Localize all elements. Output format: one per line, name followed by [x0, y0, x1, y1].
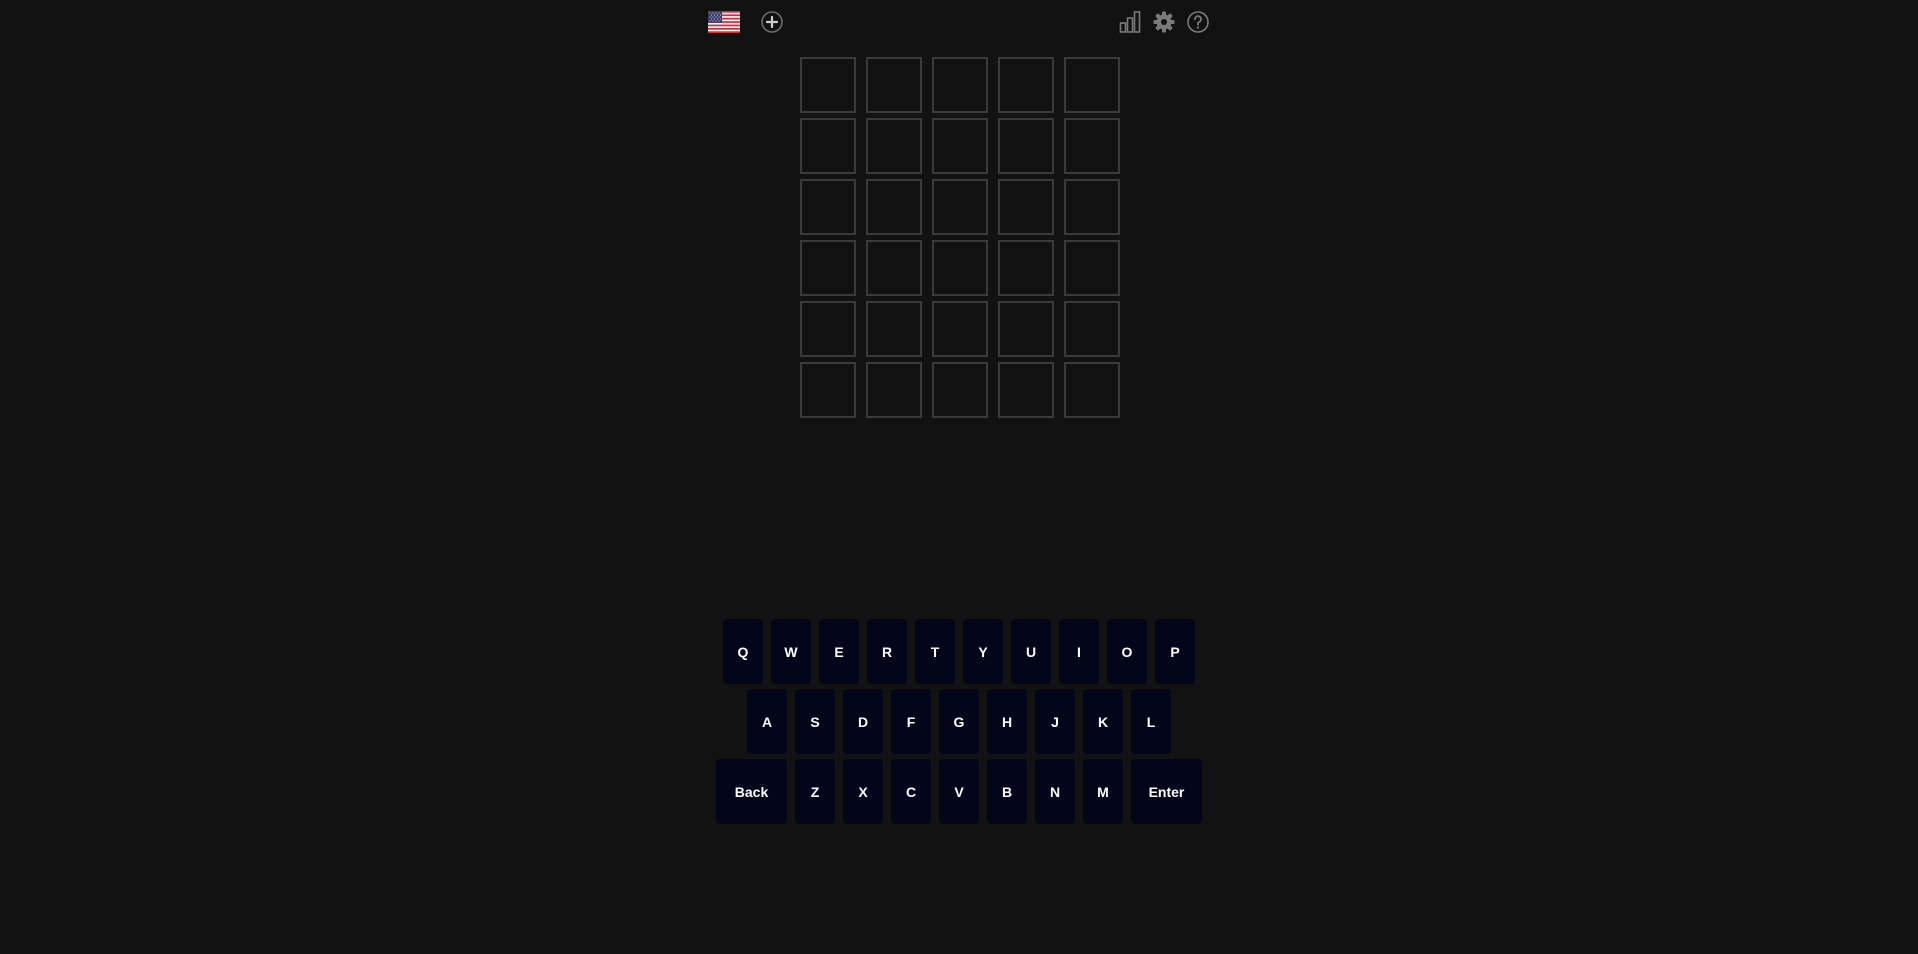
board-tile: [1064, 57, 1120, 113]
key-d[interactable]: D: [843, 689, 883, 754]
header-right: [1118, 10, 1210, 34]
key-q[interactable]: Q: [723, 619, 763, 684]
game-page: QWERTYUIOP ASDFGHJKL Back ZXCVBNM Enter: [0, 0, 1918, 954]
key-o[interactable]: O: [1107, 619, 1147, 684]
keyboard-row-2: ASDFGHJKL: [0, 689, 1918, 754]
board-tile: [932, 240, 988, 296]
board-tile: [800, 57, 856, 113]
key-j[interactable]: J: [1035, 689, 1075, 754]
keyboard-row-3: Back ZXCVBNM Enter: [0, 759, 1918, 824]
board-tile: [866, 179, 922, 235]
board-tile: [1064, 362, 1120, 418]
board-tile: [866, 362, 922, 418]
board-tile: [866, 240, 922, 296]
plus-circle-icon[interactable]: [760, 10, 784, 34]
board-tile: [998, 301, 1054, 357]
board-tile: [998, 362, 1054, 418]
key-v[interactable]: V: [939, 759, 979, 824]
bar-chart-icon[interactable]: [1118, 10, 1142, 34]
game-board: [800, 57, 1120, 418]
key-k[interactable]: K: [1083, 689, 1123, 754]
key-p[interactable]: P: [1155, 619, 1195, 684]
key-a[interactable]: A: [747, 689, 787, 754]
key-g[interactable]: G: [939, 689, 979, 754]
keyboard-row-1: QWERTYUIOP: [0, 619, 1918, 684]
back-key[interactable]: Back: [716, 759, 787, 824]
key-n[interactable]: N: [1035, 759, 1075, 824]
board-tile: [800, 179, 856, 235]
key-e[interactable]: E: [819, 619, 859, 684]
board-tile: [998, 240, 1054, 296]
key-c[interactable]: C: [891, 759, 931, 824]
key-l[interactable]: L: [1131, 689, 1171, 754]
header-left: [708, 10, 784, 34]
board-tile: [800, 301, 856, 357]
on-screen-keyboard: QWERTYUIOP ASDFGHJKL Back ZXCVBNM Enter: [0, 619, 1918, 829]
board-tile: [1064, 179, 1120, 235]
key-u[interactable]: U: [1011, 619, 1051, 684]
question-circle-icon[interactable]: [1186, 10, 1210, 34]
board-tile: [932, 301, 988, 357]
board-tile: [866, 57, 922, 113]
board-tile: [998, 118, 1054, 174]
board-tile: [998, 179, 1054, 235]
board-tile: [800, 362, 856, 418]
key-s[interactable]: S: [795, 689, 835, 754]
gear-icon[interactable]: [1152, 10, 1176, 34]
board-tile: [1064, 118, 1120, 174]
board-tile: [932, 57, 988, 113]
key-z[interactable]: Z: [795, 759, 835, 824]
key-r[interactable]: R: [867, 619, 907, 684]
board-tile: [932, 179, 988, 235]
board-tile: [998, 57, 1054, 113]
us-flag-icon[interactable]: [708, 11, 740, 33]
board-tile: [1064, 301, 1120, 357]
key-i[interactable]: I: [1059, 619, 1099, 684]
board-tile: [800, 240, 856, 296]
enter-key[interactable]: Enter: [1131, 759, 1202, 824]
key-b[interactable]: B: [987, 759, 1027, 824]
key-h[interactable]: H: [987, 689, 1027, 754]
board-tile: [932, 362, 988, 418]
board-tile: [932, 118, 988, 174]
key-w[interactable]: W: [771, 619, 811, 684]
board-tile: [800, 118, 856, 174]
board-tile: [866, 118, 922, 174]
key-t[interactable]: T: [915, 619, 955, 684]
board-tile: [1064, 240, 1120, 296]
key-x[interactable]: X: [843, 759, 883, 824]
key-m[interactable]: M: [1083, 759, 1123, 824]
key-f[interactable]: F: [891, 689, 931, 754]
key-y[interactable]: Y: [963, 619, 1003, 684]
board-tile: [866, 301, 922, 357]
